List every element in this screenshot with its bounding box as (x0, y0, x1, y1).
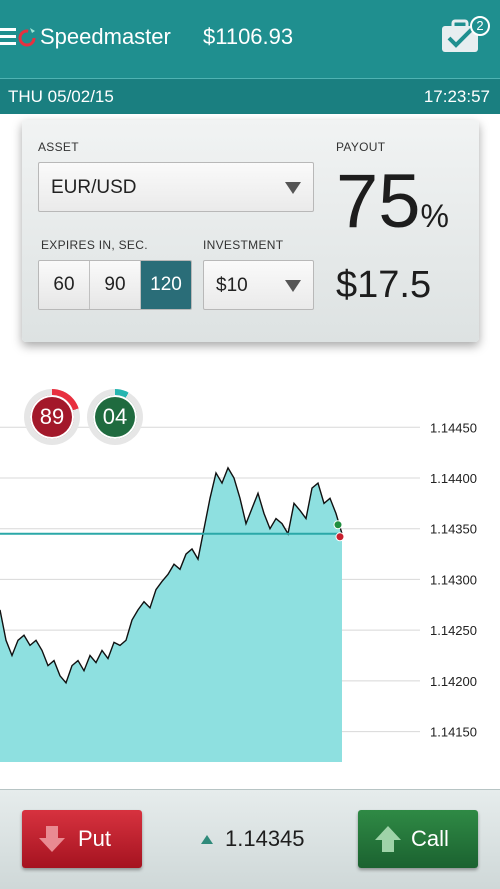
arrow-down-icon (39, 826, 65, 852)
notification-badge: 2 (470, 16, 490, 36)
asset-select[interactable]: EUR/USD (38, 162, 314, 212)
expiry-selector: 60 90 120 (38, 260, 192, 310)
current-price: 1.14345 (225, 826, 305, 851)
date-bar: THU 05/02/15 17:23:57 (0, 78, 500, 114)
y-tick-label: 1.14200 (430, 674, 477, 689)
app-header: Speedmaster $1106.93 2 (0, 0, 500, 78)
menu-icon[interactable] (0, 28, 16, 48)
payout-label: PAYOUT (336, 140, 386, 154)
expires-label: EXPIRES IN, SEC. (41, 238, 148, 252)
expiry-option-90[interactable]: 90 (90, 261, 141, 309)
percent-sign: % (420, 198, 449, 234)
call-marker-dot (333, 520, 343, 530)
y-tick-label: 1.14350 (430, 522, 477, 537)
payout-amount: $17.5 (336, 264, 432, 306)
put-button[interactable]: Put (22, 810, 142, 868)
payout-percent: 75% (336, 164, 449, 240)
y-tick-label: 1.14300 (430, 572, 477, 587)
price-chart[interactable]: 1.14450 1.14400 1.14350 1.14300 1.14250 1.142… (0, 380, 500, 780)
balance-value: $1106.93 (203, 24, 294, 49)
call-button[interactable]: Call (358, 810, 478, 868)
put-label: Put (78, 826, 112, 851)
call-label: Call (411, 826, 449, 851)
investment-label: INVESTMENT (203, 238, 284, 252)
trade-settings-card: ASSET EUR/USD EXPIRES IN, SEC. 60 90 120… (22, 120, 479, 342)
counter-value: 04 (93, 395, 137, 439)
countdown-counter-red: 89 (24, 389, 80, 445)
asset-value: EUR/USD (51, 177, 137, 198)
y-tick-label: 1.14250 (430, 623, 477, 638)
expiry-option-60[interactable]: 60 (39, 261, 90, 309)
chevron-down-icon (285, 182, 301, 194)
app-title: Speedmaster (40, 24, 171, 49)
investment-select[interactable]: $10 (203, 260, 314, 310)
counter-value: 89 (30, 395, 74, 439)
y-tick-label: 1.14400 (430, 471, 477, 486)
countdown-counter-green: 04 (87, 389, 143, 445)
y-tick-label: 1.14150 (430, 725, 477, 740)
price-area (0, 467, 342, 762)
trade-action-bar: Put 1.14345 Call (0, 789, 500, 889)
investment-value: $10 (216, 275, 248, 296)
price-up-icon (201, 835, 213, 844)
time-text: 17:23:57 (423, 87, 490, 106)
payout-percent-value: 75 (336, 159, 421, 244)
date-text: THU 05/02/15 (8, 87, 114, 106)
chevron-down-icon (285, 280, 301, 292)
asset-label: ASSET (38, 140, 79, 154)
expiry-option-120[interactable]: 120 (141, 261, 191, 309)
arrow-up-icon (375, 826, 401, 852)
y-tick-label: 1.14450 (430, 420, 477, 435)
put-marker-dot (335, 532, 345, 542)
logo-icon (18, 28, 36, 47)
